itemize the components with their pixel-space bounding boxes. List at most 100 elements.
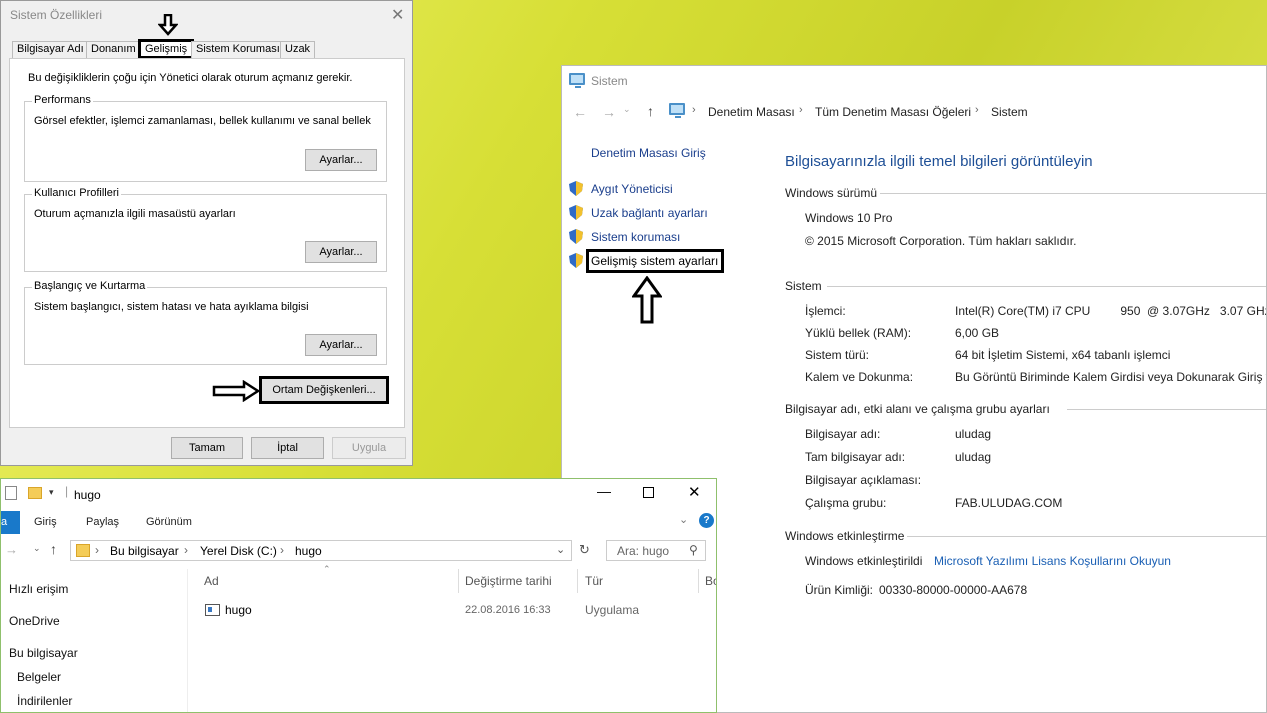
- maximize-icon[interactable]: [643, 487, 654, 498]
- divider: [880, 193, 1266, 194]
- help-icon[interactable]: ?: [699, 513, 714, 528]
- breadcrumb-all-items[interactable]: Tüm Denetim Masası Öğeleri: [815, 105, 971, 119]
- ok-button[interactable]: Tamam: [171, 437, 243, 459]
- breadcrumb-system[interactable]: Sistem: [991, 105, 1028, 119]
- close-icon[interactable]: ✕: [688, 483, 701, 501]
- tab-system-protection[interactable]: Sistem Koruması: [191, 41, 285, 58]
- breadcrumb-local-disk[interactable]: Yerel Disk (C:): [200, 544, 277, 558]
- ribbon-collapse-icon[interactable]: ⌄: [679, 513, 688, 526]
- apply-button[interactable]: Uygula: [332, 437, 406, 459]
- path-dropdown-icon[interactable]: ⌄: [556, 543, 565, 556]
- refresh-icon[interactable]: ↻: [579, 542, 590, 558]
- column-date[interactable]: Değiştirme tarihi: [465, 574, 552, 588]
- column-divider[interactable]: [577, 569, 578, 593]
- forward-icon[interactable]: →: [602, 104, 616, 120]
- divider: [907, 536, 1266, 537]
- chevron-right-icon: ›: [975, 104, 979, 116]
- chevron-right-icon: ›: [799, 104, 803, 116]
- remote-settings-link[interactable]: Uzak bağlantı ayarları: [591, 206, 708, 220]
- pane-divider: [187, 569, 188, 712]
- tab-advanced[interactable]: Gelişmiş: [138, 39, 195, 59]
- column-size[interactable]: Bo: [705, 574, 716, 588]
- properties-icon[interactable]: [5, 486, 17, 500]
- workgroup-label: Çalışma grubu:: [805, 496, 887, 510]
- tree-this-pc[interactable]: Bu bilgisayar: [9, 646, 78, 660]
- chevron-right-icon: ›: [184, 543, 188, 557]
- divider: [827, 286, 1266, 287]
- folder-icon: [76, 544, 90, 557]
- title-bar[interactable]: Sistem: [562, 66, 1266, 96]
- environment-variables-button[interactable]: Ortam Değişkenleri...: [259, 376, 389, 404]
- column-divider[interactable]: [698, 569, 699, 593]
- product-id-value: 00330-80000-00000-AA678: [879, 583, 1028, 597]
- file-tab[interactable]: a: [1, 511, 20, 534]
- column-name[interactable]: Ad: [204, 574, 219, 588]
- recent-dropdown-icon[interactable]: ⌄: [623, 104, 631, 115]
- tab-home[interactable]: Giriş: [34, 516, 57, 528]
- separator: |: [65, 484, 69, 498]
- group-description: Oturum açmanızla ilgili masaüstü ayarlar…: [34, 208, 236, 220]
- breadcrumb-control-panel[interactable]: Denetim Masası: [708, 105, 795, 119]
- file-type: Uygulama: [585, 603, 640, 617]
- search-input[interactable]: Ara: hugo ⚲: [606, 540, 706, 561]
- file-row[interactable]: hugo 22.08.2016 16:33 Uygulama: [201, 601, 711, 621]
- tab-computer-name[interactable]: Bilgisayar Adı: [12, 41, 89, 58]
- license-terms-link[interactable]: Microsoft Yazılımı Lisans Koşullarını Ok…: [934, 554, 1171, 568]
- advanced-system-settings-link[interactable]: Gelişmiş sistem ayarları: [591, 254, 718, 268]
- up-icon[interactable]: ↑: [50, 541, 57, 557]
- pen-touch-value: Bu Görüntü Biriminde Kalem Girdisi veya …: [955, 370, 1267, 384]
- tab-view[interactable]: Görünüm: [146, 516, 192, 528]
- shield-icon: [569, 253, 583, 268]
- minimize-icon[interactable]: —: [597, 483, 611, 499]
- shield-icon: [569, 229, 583, 244]
- page-heading: Bilgisayarınızla ilgili temel bilgileri …: [785, 153, 1093, 170]
- shield-icon: [569, 205, 583, 220]
- group-title: Başlangıç ve Kurtarma: [32, 280, 148, 292]
- chevron-right-icon: ›: [692, 104, 696, 116]
- search-placeholder: Ara: hugo: [617, 544, 670, 558]
- sort-up-icon: ⌃: [323, 564, 331, 574]
- back-icon[interactable]: ←: [573, 104, 587, 120]
- startup-settings-button[interactable]: Ayarlar...: [305, 334, 377, 356]
- folder-icon[interactable]: [28, 487, 42, 499]
- column-divider[interactable]: [458, 569, 459, 593]
- tab-share[interactable]: Paylaş: [86, 516, 119, 528]
- group-description: Sistem başlangıcı, sistem hatası ve hata…: [34, 301, 309, 313]
- startup-recovery-group: Başlangıç ve Kurtarma Sistem başlangıcı,…: [24, 280, 387, 365]
- tree-onedrive[interactable]: OneDrive: [9, 614, 60, 628]
- system-protection-link[interactable]: Sistem koruması: [591, 230, 680, 244]
- full-name-label: Tam bilgisayar adı:: [805, 450, 906, 464]
- system-type-value: 64 bit İşletim Sistemi, x64 tabanlı işle…: [955, 348, 1171, 362]
- column-type[interactable]: Tür: [585, 574, 603, 588]
- processor-value: Intel(R) Core(TM) i7 CPU 950 @ 3.07GHz 3…: [955, 304, 1267, 318]
- group-title: Performans: [32, 94, 93, 106]
- control-panel-home-link[interactable]: Denetim Masası Giriş: [591, 146, 706, 160]
- chevron-right-icon: ›: [95, 543, 99, 557]
- up-icon[interactable]: ↑: [647, 103, 654, 119]
- performance-group: Performans Görsel efektler, işlemci zama…: [24, 94, 387, 182]
- tab-remote[interactable]: Uzak: [280, 41, 316, 58]
- window-title: Sistem: [591, 74, 628, 88]
- tree-documents[interactable]: Belgeler: [17, 670, 61, 684]
- computer-name-label: Bilgisayar adı:: [805, 427, 881, 441]
- breadcrumb-this-pc[interactable]: Bu bilgisayar: [110, 544, 179, 558]
- tree-downloads[interactable]: İndirilenler: [17, 694, 72, 708]
- system-type-label: Sistem türü:: [805, 348, 870, 362]
- tree-quick-access[interactable]: Hızlı erişim: [9, 582, 68, 596]
- quick-access-dropdown-icon[interactable]: ▾: [49, 487, 54, 498]
- tab-hardware[interactable]: Donanım: [86, 41, 141, 58]
- close-icon[interactable]: ✕: [391, 5, 404, 25]
- cancel-button[interactable]: İptal: [251, 437, 324, 459]
- dialog-title: Sistem Özellikleri: [10, 8, 103, 22]
- performance-settings-button[interactable]: Ayarlar...: [305, 149, 377, 171]
- recent-dropdown-icon[interactable]: ⌄: [33, 543, 41, 554]
- device-manager-link[interactable]: Aygıt Yöneticisi: [591, 182, 673, 196]
- product-id-label: Ürün Kimliği:: [805, 583, 874, 597]
- window-title: hugo: [74, 488, 101, 502]
- profiles-settings-button[interactable]: Ayarlar...: [305, 241, 377, 263]
- breadcrumb-hugo[interactable]: hugo: [295, 544, 322, 558]
- section-computer-name: Bilgisayar adı, etki alanı ve çalışma gr…: [785, 402, 1050, 416]
- section-windows-edition: Windows sürümü: [785, 186, 878, 200]
- address-box[interactable]: › Bu bilgisayar › Yerel Disk (C:) › hugo…: [70, 540, 572, 561]
- forward-icon[interactable]: →: [5, 542, 18, 557]
